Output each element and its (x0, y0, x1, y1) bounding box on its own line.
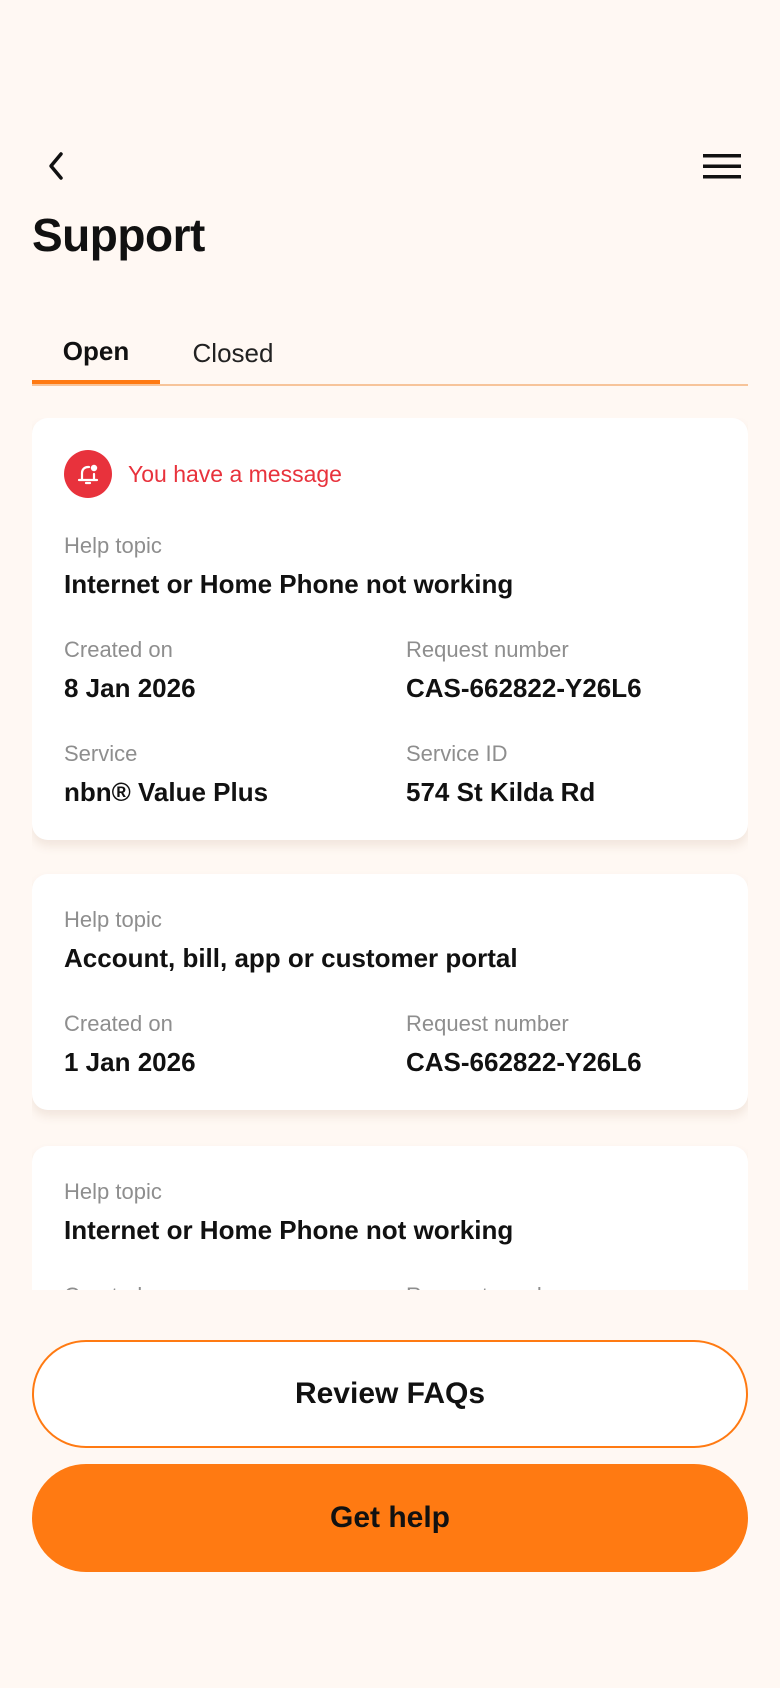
service-value: nbn® Value Plus (64, 777, 269, 807)
created-on-label: Created on (64, 1282, 173, 1290)
created-on-label: Created on (64, 1011, 173, 1036)
help-topic-label: Help topic (64, 533, 162, 558)
service-id: Service ID 574 St Kilda Rd (406, 740, 595, 810)
request-card[interactable]: Help topic Internet or Home Phone not wo… (32, 1146, 748, 1290)
help-topic: Help topic Account, bill, app or custome… (64, 906, 518, 976)
help-topic-value: Internet or Home Phone not working (64, 1215, 514, 1245)
tab-closed[interactable]: Closed (160, 322, 306, 384)
request-card[interactable]: You have a message Help topic Internet o… (32, 418, 748, 840)
bell-notification-icon (64, 450, 112, 498)
created-on-value: 1 Jan 2026 (64, 1047, 196, 1077)
created-on: Created on 1 Jan 2026 (64, 1010, 196, 1080)
request-number-value: CAS-662822-Y26L6 (406, 1047, 642, 1077)
status-tabs: Open Closed (32, 322, 748, 386)
service-id-label: Service ID (406, 741, 508, 766)
request-number-label: Request number (406, 1282, 569, 1290)
notice-text: You have a message (128, 460, 342, 487)
created-on: Created on 8 Jan 2026 (64, 636, 196, 706)
request-number: Request number CAS-662822-Y26L6 (406, 1010, 642, 1080)
created-on-value: 8 Jan 2026 (64, 673, 196, 703)
back-button[interactable] (36, 146, 76, 186)
help-topic: Help topic Internet or Home Phone not wo… (64, 1178, 513, 1248)
service-label: Service (64, 741, 138, 766)
top-bar (0, 140, 780, 192)
get-help-button[interactable]: Get help (32, 1464, 748, 1572)
service-id-value: 574 St Kilda Rd (406, 777, 596, 807)
hamburger-menu-icon (703, 154, 741, 179)
created-on-label: Created on (64, 637, 173, 662)
page-title: Support (32, 209, 205, 261)
message-notice: You have a message (64, 450, 342, 498)
help-topic-label: Help topic (64, 907, 162, 932)
request-number: Request number CAS-662822-Y26L6 (406, 636, 642, 706)
tab-open[interactable]: Open (32, 322, 160, 384)
request-card[interactable]: Help topic Account, bill, app or custome… (32, 874, 748, 1110)
request-number-value: CAS-662822-Y26L6 (406, 673, 642, 703)
request-number-label: Request number (406, 1011, 569, 1036)
service: Service nbn® Value Plus (64, 740, 268, 810)
created-on: Created on (64, 1282, 173, 1290)
request-number-label: Request number (406, 637, 569, 662)
chevron-left-icon (49, 152, 63, 180)
request-list[interactable]: You have a message Help topic Internet o… (32, 418, 748, 1290)
help-topic-value: Account, bill, app or customer portal (64, 943, 518, 973)
review-faqs-button[interactable]: Review FAQs (32, 1340, 748, 1448)
help-topic: Help topic Internet or Home Phone not wo… (64, 532, 513, 602)
request-number: Request number (406, 1282, 569, 1290)
help-topic-value: Internet or Home Phone not working (64, 569, 514, 599)
help-topic-label: Help topic (64, 1179, 162, 1204)
menu-button[interactable] (700, 146, 744, 186)
